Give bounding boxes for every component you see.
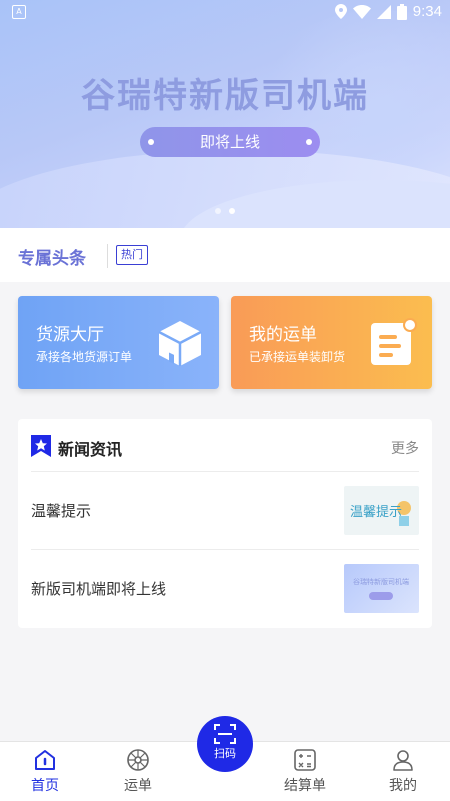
- cargo-hall-card[interactable]: 货源大厅 承接各地货源订单: [18, 296, 219, 389]
- box-icon: [158, 321, 202, 366]
- calculator-icon: [294, 749, 316, 771]
- scan-label: 扫码: [214, 747, 236, 760]
- tab-label: 首页: [31, 778, 59, 794]
- news-item-title: 新版司机端即将上线: [31, 580, 167, 598]
- home-icon: [35, 750, 55, 770]
- document-icon: [371, 318, 417, 365]
- user-icon: [393, 750, 413, 771]
- banner-title: 谷瑞特新版司机端: [81, 76, 369, 116]
- news-panel: 新闻资讯 更多 温馨提示 温馨提示 新版司机端即将上线 谷瑞特新版司机端: [18, 419, 432, 628]
- headline-bar[interactable]: 专属头条 热门: [0, 228, 450, 282]
- headline-label: 专属头条: [18, 249, 86, 269]
- card-subtitle: 承接各地货源订单: [36, 350, 133, 364]
- notification-icon: A: [12, 5, 26, 19]
- location-icon: [334, 4, 347, 19]
- thumbnail-text: 温馨提示: [350, 504, 402, 520]
- news-header: 新闻资讯 更多: [18, 419, 432, 471]
- wifi-icon: [352, 4, 371, 19]
- carousel-indicator: [0, 208, 450, 214]
- news-title: 新闻资讯: [58, 440, 123, 459]
- clock: 9:34: [412, 3, 442, 20]
- tab-label: 运单: [124, 778, 152, 794]
- divider: [107, 244, 108, 268]
- tab-settlement[interactable]: 结算单: [260, 742, 350, 801]
- tab-label: 我的: [389, 778, 417, 794]
- tab-home[interactable]: 首页: [0, 742, 90, 801]
- card-title: 我的运单: [249, 325, 317, 345]
- signal-icon: [376, 4, 391, 19]
- battery-icon: [396, 3, 407, 20]
- thumbnail-text: 谷瑞特新版司机端: [353, 577, 409, 586]
- card-subtitle: 已承接运单装卸货: [249, 350, 346, 364]
- hot-tag: 热门: [116, 245, 148, 265]
- carousel-dot-active: [229, 208, 235, 214]
- news-thumbnail: 温馨提示: [344, 486, 419, 535]
- news-item[interactable]: 温馨提示 温馨提示: [31, 471, 419, 549]
- status-bar: A 9:34: [0, 0, 450, 24]
- tab-waybill[interactable]: 运单: [93, 742, 183, 801]
- carousel-dot: [215, 208, 221, 214]
- news-thumbnail: 谷瑞特新版司机端: [344, 564, 419, 613]
- scan-button[interactable]: 扫码: [197, 716, 253, 772]
- bookmark-star-icon: [31, 435, 51, 457]
- banner-pill: 即将上线: [140, 127, 320, 157]
- news-item[interactable]: 新版司机端即将上线 谷瑞特新版司机端: [31, 549, 419, 627]
- tab-label: 结算单: [284, 778, 326, 794]
- promo-banner[interactable]: 谷瑞特新版司机端 即将上线: [0, 0, 450, 228]
- more-link[interactable]: 更多: [391, 438, 419, 458]
- my-waybill-card[interactable]: 我的运单 已承接运单装卸货: [231, 296, 432, 389]
- banner-pill-text: 即将上线: [199, 133, 260, 151]
- scan-icon: [214, 724, 236, 744]
- wheel-icon: [127, 749, 149, 771]
- card-title: 货源大厅: [36, 325, 104, 345]
- news-item-title: 温馨提示: [31, 502, 92, 520]
- tab-profile[interactable]: 我的: [358, 742, 448, 801]
